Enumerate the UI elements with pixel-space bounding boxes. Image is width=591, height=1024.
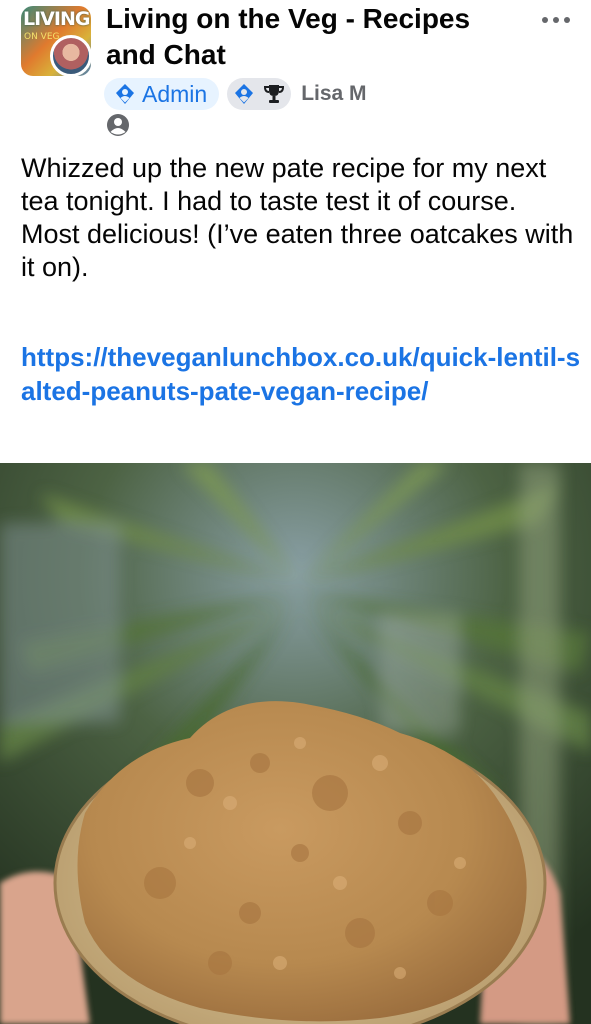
recipe-link[interactable]: https://theveganlunchbox.co.uk/quick-len… xyxy=(21,340,581,408)
admin-badge-label: Admin xyxy=(142,80,208,107)
more-horizontal-icon-dot-2 xyxy=(553,17,559,23)
post-message: Whizzed up the new pate recipe for my ne… xyxy=(21,153,574,282)
group-post: LIVING ON VEG Living on the Veg - Recipe… xyxy=(0,0,591,1024)
admin-badge[interactable]: Admin xyxy=(104,78,220,110)
author-avatar[interactable] xyxy=(50,35,92,77)
badges-group[interactable] xyxy=(227,78,292,110)
more-options-button[interactable] xyxy=(536,6,576,34)
more-horizontal-icon xyxy=(542,17,548,23)
more-horizontal-icon-dot-3 xyxy=(564,17,570,23)
group-members-icon xyxy=(107,114,129,136)
author-badges: Admin Lisa M xyxy=(104,78,367,110)
shield-icon xyxy=(116,84,134,104)
group-avatar-subtext: ON VEG xyxy=(24,32,60,42)
post-header: LIVING ON VEG Living on the Veg - Recipe… xyxy=(0,0,591,148)
author-name[interactable]: Lisa M xyxy=(301,82,366,106)
shield-icon xyxy=(235,84,254,104)
trophy-icon xyxy=(264,85,285,103)
group-avatar-text: LIVING xyxy=(23,8,90,30)
group-name-link[interactable]: Living on the Veg - Recipes and Chat xyxy=(106,1,521,73)
oatcake-with-pate-photo[interactable] xyxy=(0,463,591,1024)
